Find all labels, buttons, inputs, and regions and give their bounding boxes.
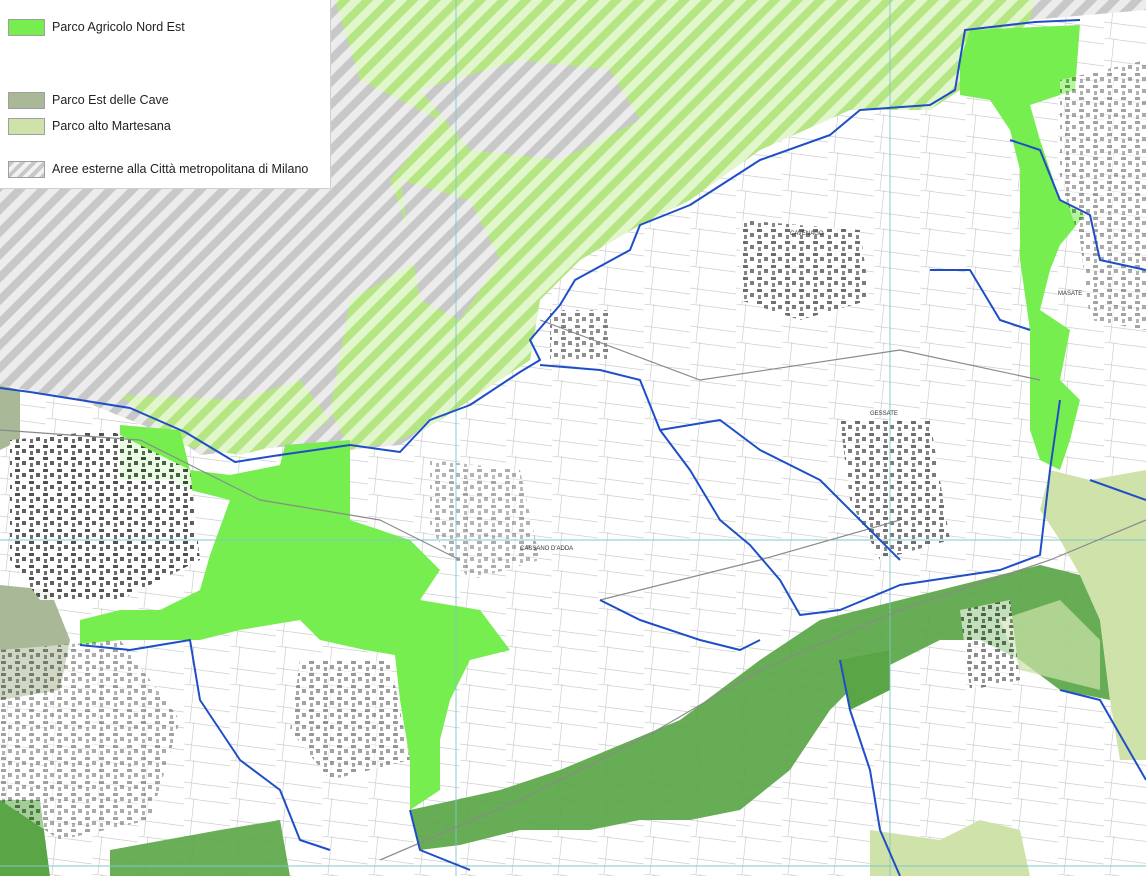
map-legend: Parco Agricolo Nord Est Parco Est delle … [0,0,331,189]
legend-swatch-parco-est-delle-cave [8,91,45,109]
legend-label: Parco Agricolo Nord Est [52,20,185,34]
legend-swatch-aree-esterne [8,160,45,178]
map-view[interactable]: MASATE CAVENAGO GESSATE CASSANO D'ADDA P… [0,0,1146,876]
place-label-cavenago: CAVENAGO [790,231,824,237]
place-label-cassano: CASSANO D'ADDA [520,546,573,552]
legend-item-parco-agricolo-nord-est: Parco Agricolo Nord Est [8,17,185,37]
legend-item-parco-est-delle-cave: Parco Est delle Cave [8,90,169,110]
legend-swatch-parco-alto-martesana [8,117,45,135]
legend-label: Parco Est delle Cave [52,93,169,107]
place-label-masate: MASATE [1058,291,1082,297]
legend-item-parco-alto-martesana: Parco alto Martesana [8,116,171,136]
legend-label: Parco alto Martesana [52,119,171,133]
legend-label: Aree esterne alla Città metropolitana di… [52,162,309,176]
place-label-gessate: GESSATE [870,411,898,417]
legend-item-aree-esterne: Aree esterne alla Città metropolitana di… [8,159,308,179]
legend-swatch-parco-agricolo-nord-est [8,18,45,36]
